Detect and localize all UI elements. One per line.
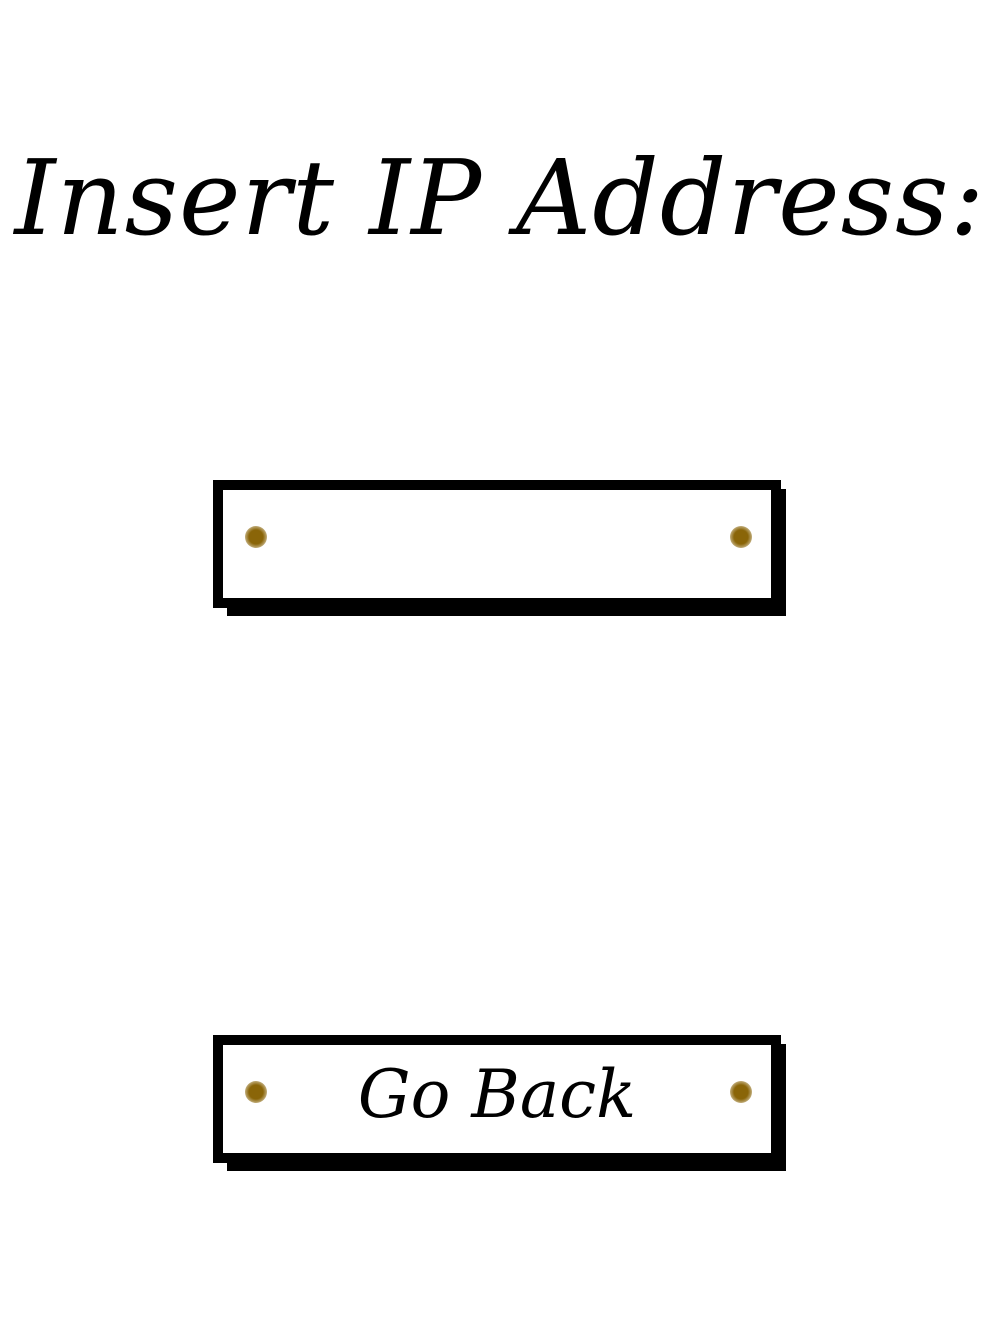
ip-entry-screen: Insert IP Address: Go Back xyxy=(0,0,1000,1344)
ip-address-input[interactable] xyxy=(273,500,703,570)
page-title: Insert IP Address: xyxy=(14,137,986,259)
ip-address-field-container xyxy=(213,480,786,616)
go-back-button[interactable]: Go Back xyxy=(213,1035,786,1171)
go-back-label: Go Back xyxy=(357,1056,637,1133)
rivet-right-icon xyxy=(730,526,752,548)
rivet-left-icon xyxy=(245,526,267,548)
